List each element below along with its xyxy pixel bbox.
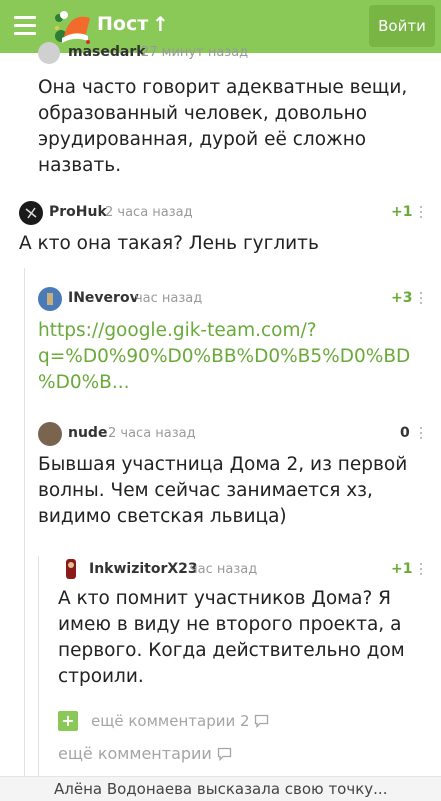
post-title: Алёна Водонаева высказала свою точку... [54,780,388,798]
more-comments-link[interactable]: ещё комментарии [58,744,232,763]
expand-plus-button[interactable]: + [58,711,78,731]
login-button[interactable]: Войти [369,5,435,47]
avatar[interactable] [19,201,43,225]
comment-rating: +1 [391,204,413,220]
comment-time: 27 минут назад [141,45,249,60]
comment-icon [217,747,232,762]
comment-author[interactable]: InkwizitorX23 [89,561,198,577]
comment-time: 2 часа назад [105,205,193,220]
santa-hat-icon [55,11,90,44]
more-options-icon[interactable] [419,292,423,307]
comment-text: Она часто говорит адекватные вещи, образ… [38,77,408,176]
comment-text: Бывшая участница Дома 2, из первой волны… [38,454,408,527]
comment-time: 2 часа назад [108,426,196,441]
avatar[interactable] [60,557,82,581]
comment-time: час назад [135,291,203,306]
more-options-icon[interactable] [419,206,423,221]
comment-text: А кто она такая? Лень гуглить [19,233,319,254]
comment-icon [255,714,269,729]
avatar[interactable] [38,287,62,311]
more-options-icon[interactable] [419,563,423,578]
comment-author[interactable]: nude [68,425,107,441]
comment-author[interactable]: masedark [68,44,146,60]
thread-line [38,556,39,776]
scroll-up-icon[interactable]: ↑ [152,12,169,36]
comment-link[interactable]: https://google.gik-team.com/? q=%D0%90%D… [38,318,433,396]
comment-rating: +3 [391,290,413,306]
menu-icon[interactable] [14,16,36,36]
comment-author[interactable]: INeverov [68,290,139,306]
more-options-icon[interactable] [419,427,423,442]
comment-author[interactable]: ProHuk [49,204,107,220]
comment-rating: 0 [400,425,410,441]
avatar[interactable] [38,422,62,446]
thread-line [24,268,25,776]
avatar[interactable] [38,42,60,64]
comment-text: А кто помнит участников Дома? Я имею в в… [58,588,405,687]
more-comments-link[interactable]: ещё комментарии 2 [91,712,269,730]
comment-rating: +1 [391,561,413,577]
page-title: Пост [97,13,149,35]
comment-time: час назад [190,562,258,577]
